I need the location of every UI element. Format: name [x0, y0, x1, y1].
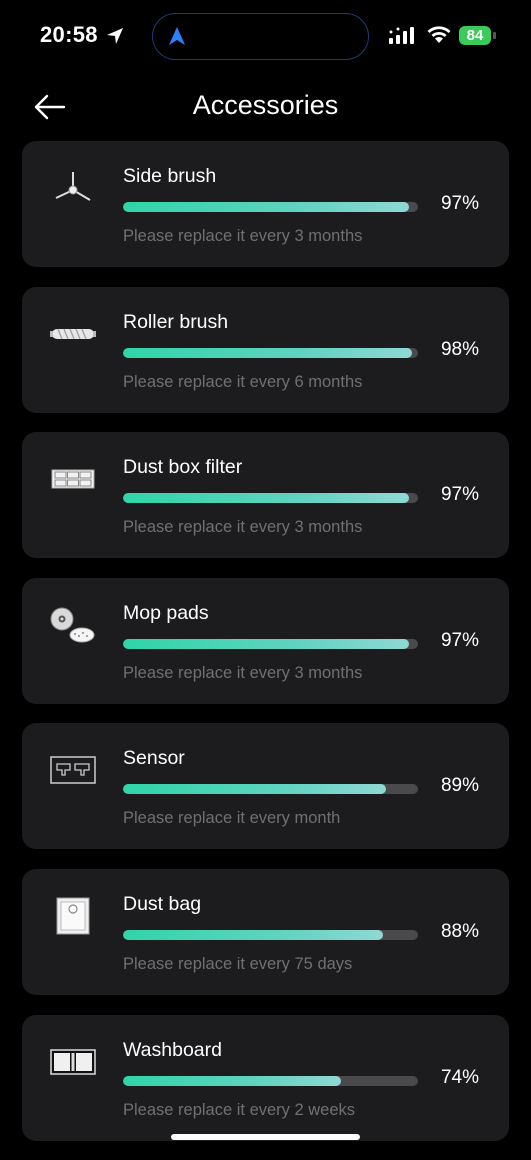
replace-note: Please replace it every 3 months [123, 518, 363, 537]
location-arrow-icon [107, 28, 123, 44]
dynamic-island[interactable] [152, 13, 369, 60]
life-progress-bar [123, 202, 418, 212]
battery-indicator: 84 [459, 26, 491, 45]
life-percent: 74% [440, 1066, 479, 1088]
progress-fill [123, 493, 410, 504]
life-progress-bar [123, 784, 418, 795]
washboard-icon [50, 1048, 96, 1075]
accessory-name: Dust bag [123, 892, 202, 915]
status-bar: 20:58 84 [0, 0, 531, 72]
battery-cap [493, 32, 496, 39]
accessory-card-mop-pads[interactable]: Mop pads 97% Please replace it every 3 m… [22, 577, 509, 704]
life-percent: 89% [440, 775, 479, 797]
life-percent: 97% [440, 193, 479, 214]
mop-pads-icon [50, 607, 95, 643]
wifi-icon [427, 26, 451, 43]
progress-fill [123, 1075, 342, 1086]
life-percent: 97% [440, 484, 479, 506]
status-time: 20:58 [40, 22, 98, 47]
side-brush-icon [55, 172, 91, 201]
accessory-name: Side brush [123, 165, 217, 187]
life-percent: 88% [440, 920, 479, 942]
cellular-signal-icon [389, 27, 414, 44]
replace-note: Please replace it every 2 weeks [123, 1100, 356, 1119]
progress-fill [123, 784, 386, 795]
accessories-list: Side brush 97% Please replace it every 3… [22, 141, 509, 1160]
progress-fill [123, 929, 383, 940]
accessory-card-dust-box-filter[interactable]: Dust box filter 97% Please replace it ev… [22, 432, 509, 559]
accessory-card-side-brush[interactable]: Side brush 97% Please replace it every 3… [22, 141, 509, 267]
battery-level: 84 [466, 27, 484, 44]
life-progress-bar [123, 929, 418, 940]
dust-bag-icon [56, 897, 90, 935]
sensor-icon [50, 756, 96, 785]
replace-note: Please replace it every 3 months [123, 663, 363, 682]
accessory-name: Dust box filter [123, 456, 243, 479]
accessory-name: Roller brush [123, 310, 229, 333]
navigation-icon [169, 27, 185, 45]
page-title: Accessories [192, 90, 339, 120]
replace-note: Please replace it every 3 months [123, 227, 363, 245]
accessory-card-washboard[interactable]: Washboard 74% Please replace it every 2 … [22, 1014, 509, 1141]
accessory-card-dust-bag[interactable]: Dust bag 88% Please replace it every 75 … [22, 868, 509, 995]
life-progress-bar [123, 1075, 418, 1086]
life-progress-bar [123, 347, 418, 358]
progress-fill [123, 638, 410, 649]
replace-note: Please replace it every month [123, 809, 341, 828]
life-progress-bar [123, 493, 418, 504]
progress-fill [123, 202, 410, 212]
accessory-name: Washboard [123, 1038, 222, 1061]
progress-fill [123, 347, 413, 358]
accessory-name: Sensor [123, 747, 185, 770]
accessory-name: Mop pads [123, 601, 209, 624]
replace-note: Please replace it every 6 months [123, 372, 363, 391]
home-indicator[interactable] [171, 1134, 360, 1140]
accessory-card-sensor[interactable]: Sensor 89% Please replace it every month [22, 723, 509, 850]
life-percent: 97% [440, 629, 479, 651]
life-percent: 98% [440, 338, 479, 360]
replace-note: Please replace it every 75 days [123, 954, 353, 973]
life-progress-bar [123, 638, 418, 649]
roller-brush-icon [50, 328, 96, 339]
accessory-card-roller-brush[interactable]: Roller brush 98% Please replace it every… [22, 286, 509, 413]
dust-box-filter-icon [51, 469, 95, 489]
